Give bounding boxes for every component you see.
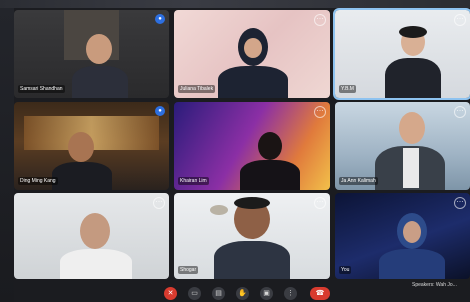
- participant-name: Samsari Shandhan: [18, 85, 65, 93]
- more-options-icon[interactable]: ⋮: [284, 287, 297, 300]
- more-icon[interactable]: ⋯: [454, 106, 466, 118]
- participant-name: Ja Ann Kalimah: [339, 177, 378, 185]
- participant-tile[interactable]: ● Samsari Shandhan: [14, 10, 169, 98]
- more-icon[interactable]: ⋯: [314, 106, 326, 118]
- participant-name: Khairan Lim: [178, 177, 209, 185]
- participant-tile[interactable]: ● Ding Ming Kang: [14, 102, 169, 190]
- raise-hand-icon[interactable]: ✋: [236, 287, 249, 300]
- captions-icon[interactable]: ▤: [212, 287, 225, 300]
- background-fan: [210, 205, 228, 215]
- leave-call-icon[interactable]: ☎: [310, 287, 330, 300]
- more-icon[interactable]: ⋯: [454, 14, 466, 26]
- participant-tile[interactable]: ⋯ Shogar: [174, 193, 330, 279]
- more-icon[interactable]: ⋯: [314, 197, 326, 209]
- participant-name: Shogar: [178, 266, 199, 274]
- participant-name: Juliana Tibalek: [178, 85, 216, 93]
- participant-tile[interactable]: ⋯ Khairan Lim: [174, 102, 330, 190]
- top-strip: [0, 0, 470, 8]
- meeting-toolbar: ✕ ▭ ▤ ✋ ▣ ⋮ ☎: [150, 284, 350, 302]
- present-icon[interactable]: ▣: [260, 287, 273, 300]
- participant-tile[interactable]: ⋯ Juliana Tibalek: [174, 10, 330, 98]
- participant-name: Y.B.M: [339, 85, 356, 93]
- active-speaker-icon: ●: [155, 106, 165, 116]
- active-speaker-icon: ●: [155, 14, 165, 24]
- more-icon[interactable]: ⋯: [314, 14, 326, 26]
- participant-tile[interactable]: ⋯ You: [335, 193, 470, 279]
- more-icon[interactable]: ⋯: [454, 197, 466, 209]
- captions-text: Speakers: Wah Jo...: [412, 282, 457, 288]
- participant-tile[interactable]: ⋯ Y.B.M: [333, 8, 470, 100]
- left-edge-panel: [0, 8, 14, 302]
- more-icon[interactable]: ⋯: [153, 197, 165, 209]
- participant-tile[interactable]: ⋯: [14, 193, 169, 279]
- camera-icon[interactable]: ▭: [188, 287, 201, 300]
- participant-name: You: [339, 266, 352, 274]
- participant-tile[interactable]: ⋯ Ja Ann Kalimah: [335, 102, 470, 190]
- participant-name: Ding Ming Kang: [18, 177, 58, 185]
- mic-off-icon[interactable]: ✕: [164, 287, 177, 300]
